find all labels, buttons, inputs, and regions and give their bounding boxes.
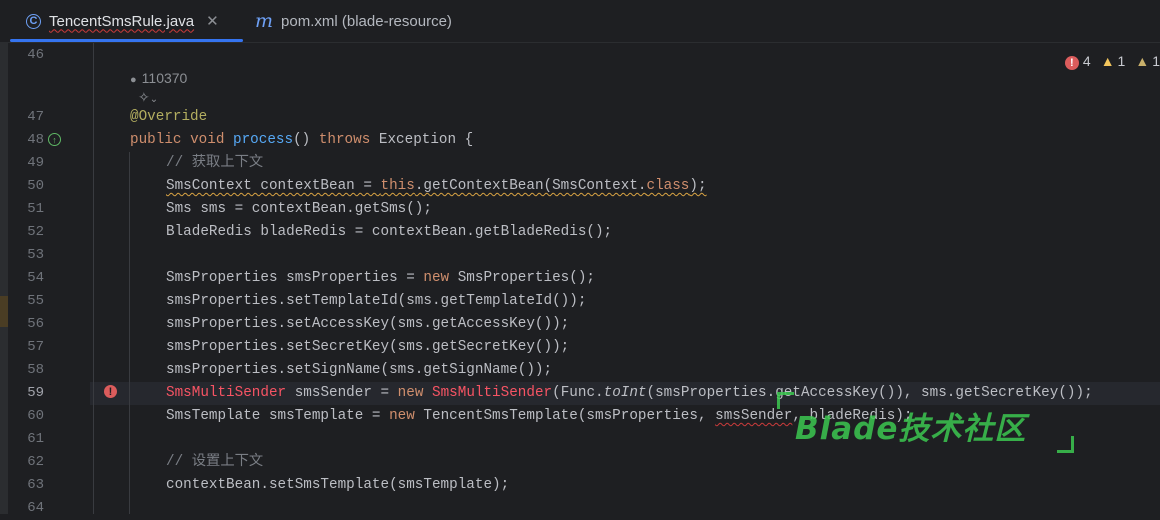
line-number: 63 <box>27 477 44 493</box>
line-number: 55 <box>27 293 44 309</box>
code-line-55[interactable]: smsProperties.setTemplateId(sms.getTempl… <box>166 290 586 313</box>
warning-count[interactable]: ▲ 1 <box>1101 53 1126 69</box>
line-number: 50 <box>27 178 44 194</box>
line-number: 51 <box>27 201 44 217</box>
code-line-62[interactable]: // 设置上下文 <box>166 451 263 474</box>
tab-pom-xml[interactable]: m pom.xml (blade-resource) <box>255 0 452 42</box>
weak-warning-count[interactable]: ▲ 1 <box>1135 53 1160 69</box>
line-number: 64 <box>27 500 44 516</box>
indent-guide <box>93 43 94 514</box>
code-line-48[interactable]: public void process() throws Exception { <box>130 129 473 152</box>
close-icon[interactable]: ✕ <box>206 12 219 30</box>
implements-gutter-icon[interactable]: ↑ <box>48 133 61 146</box>
watermark-bracket <box>777 392 794 409</box>
sparkle-icon: ✧ <box>138 89 150 105</box>
line-number: 58 <box>27 362 44 378</box>
code-line-54[interactable]: SmsProperties smsProperties = new SmsPro… <box>166 267 595 290</box>
editor-tab-bar: C TencentSmsRule.java ✕ m pom.xml (blade… <box>0 0 1160 43</box>
author-inlay[interactable]: ● 110370 <box>130 70 187 86</box>
tab-label: TencentSmsRule.java <box>49 12 195 30</box>
inspection-widget[interactable]: ! 4 ▲ 1 ▲ 1 <box>1064 52 1160 70</box>
line-number: 46 <box>27 47 44 63</box>
chevron-down-icon: ⌄ <box>149 94 159 105</box>
ai-actions-inlay[interactable]: ✧⌄ <box>138 89 158 106</box>
line-number: 61 <box>27 431 44 447</box>
active-tab-indicator <box>10 39 243 42</box>
error-icon: ! <box>1064 55 1079 70</box>
java-class-icon: C <box>26 13 41 29</box>
line-number: 62 <box>27 454 44 470</box>
weak-warning-icon: ▲ <box>1135 53 1150 69</box>
person-icon: ● <box>130 74 137 86</box>
code-line-58[interactable]: smsProperties.setSignName(sms.getSignNam… <box>166 359 552 382</box>
indent-guide <box>129 152 130 514</box>
code-line-56[interactable]: smsProperties.setAccessKey(sms.getAccess… <box>166 313 569 336</box>
code-line-47[interactable]: @Override <box>130 106 207 129</box>
error-gutter-icon[interactable]: ! <box>104 385 117 398</box>
line-number: 60 <box>27 408 44 424</box>
code-line-52[interactable]: BladeRedis bladeRedis = contextBean.getB… <box>166 221 612 244</box>
line-number: 48 <box>27 132 44 148</box>
maven-icon: m <box>255 10 274 32</box>
line-number: 53 <box>27 247 44 263</box>
code-line-59[interactable]: SmsMultiSender smsSender = new SmsMultiS… <box>166 382 1093 405</box>
code-line-50[interactable]: SmsContext contextBean = this.getContext… <box>166 175 707 198</box>
watermark-bracket <box>1057 436 1074 453</box>
tab-tencentsmsrule[interactable]: C TencentSmsRule.java ✕ <box>10 0 243 42</box>
code-line-57[interactable]: smsProperties.setSecretKey(sms.getSecret… <box>166 336 569 359</box>
line-number: 52 <box>27 224 44 240</box>
line-number: 56 <box>27 316 44 332</box>
error-count[interactable]: ! 4 <box>1064 53 1091 70</box>
line-number: 47 <box>27 109 44 125</box>
code-line-49[interactable]: // 获取上下文 <box>166 152 263 175</box>
line-number: 49 <box>27 155 44 171</box>
line-number: 54 <box>27 270 44 286</box>
left-scroll-strip <box>0 43 8 514</box>
code-line-51[interactable]: Sms sms = contextBean.getSms(); <box>166 198 432 221</box>
tab-label: pom.xml (blade-resource) <box>281 12 452 30</box>
watermark: Blade技术社区 <box>795 411 1027 447</box>
line-number: 59 <box>27 385 44 401</box>
strip-marker <box>0 296 8 327</box>
code-line-63[interactable]: contextBean.setSmsTemplate(smsTemplate); <box>166 474 509 497</box>
warning-icon: ▲ <box>1100 53 1115 69</box>
line-number: 57 <box>27 339 44 355</box>
